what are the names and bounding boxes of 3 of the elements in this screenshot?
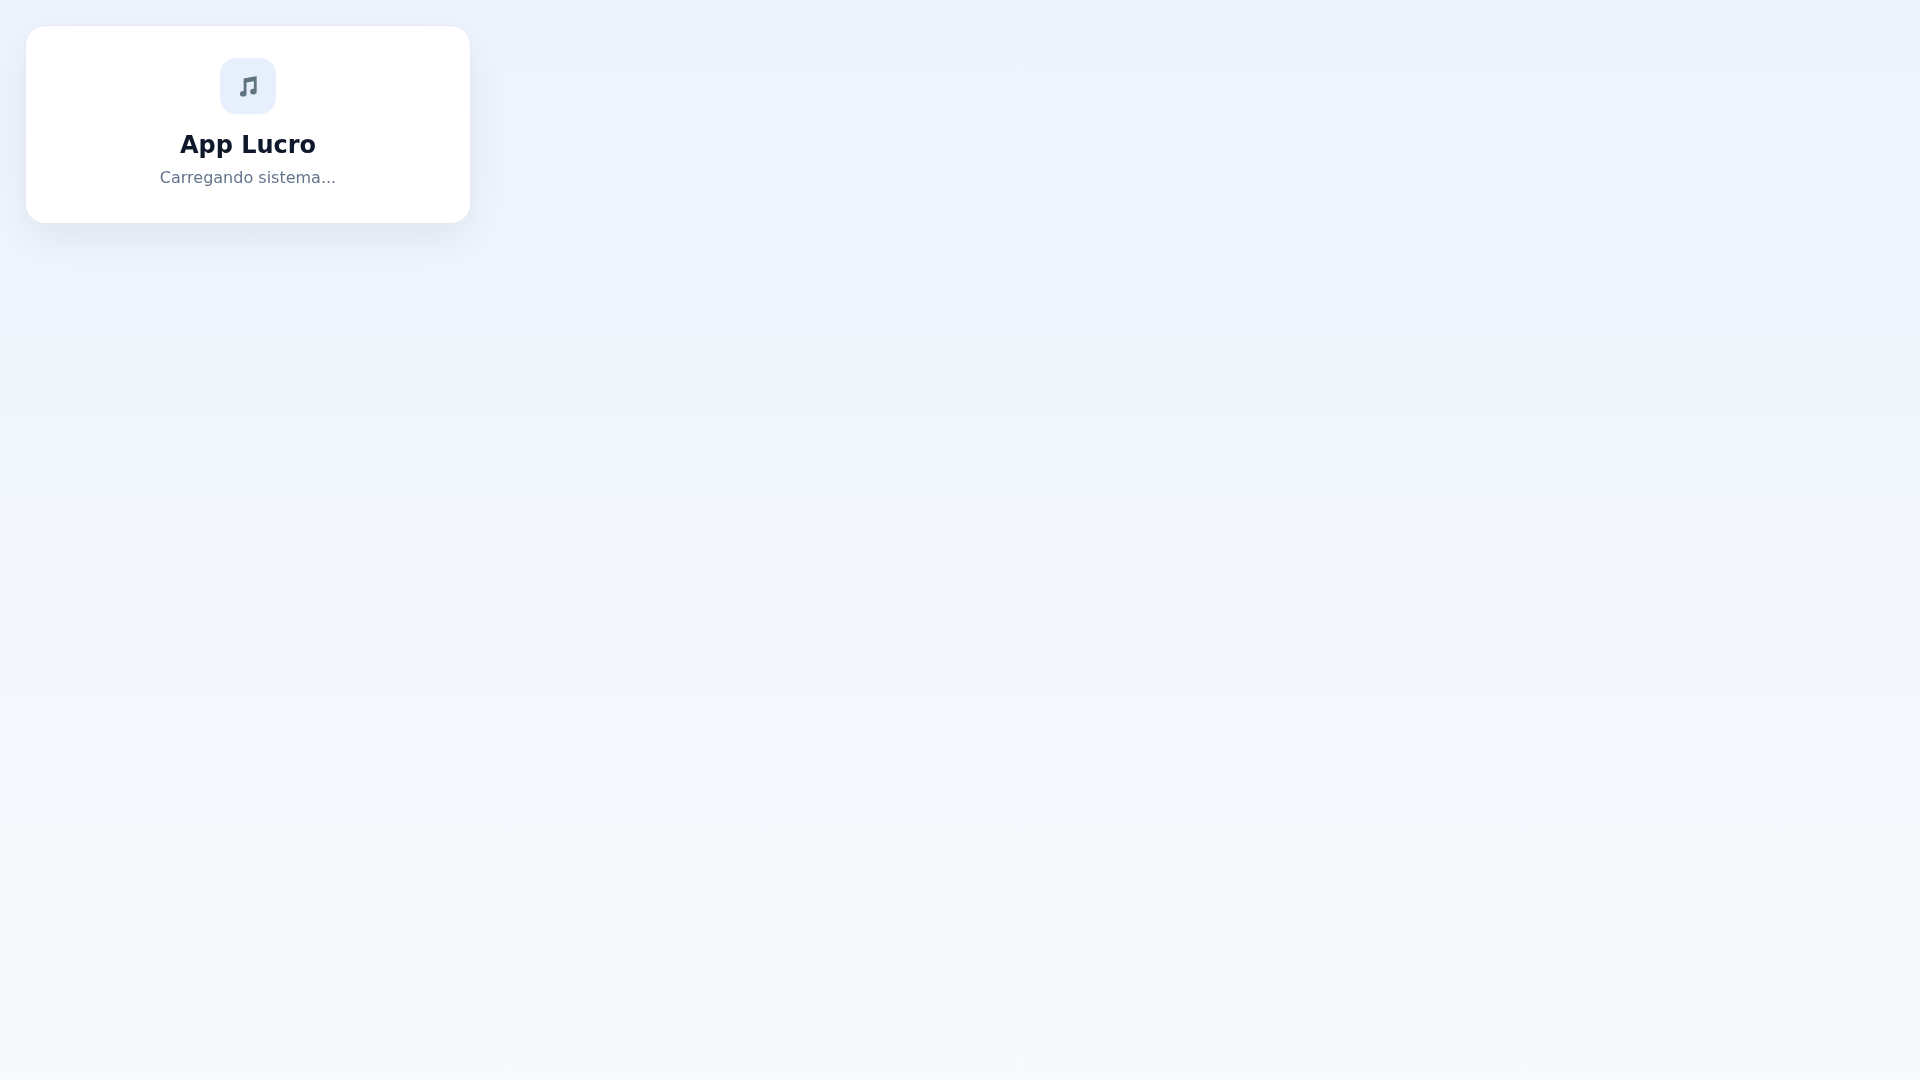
app-title: App Lucro	[179, 130, 317, 160]
music-note-icon	[220, 58, 276, 114]
loading-message: Carregando sistema...	[159, 168, 337, 188]
